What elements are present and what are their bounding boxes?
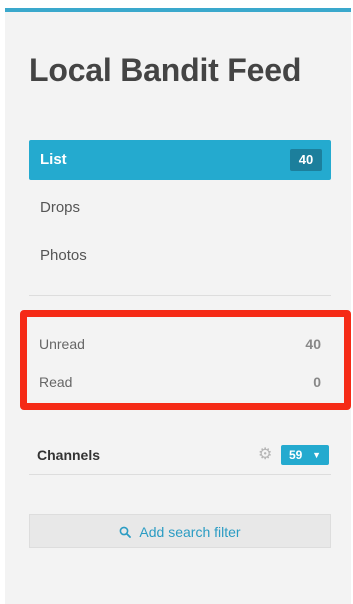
nav-item-drops[interactable]: Drops xyxy=(29,188,331,228)
nav-item-list[interactable]: List 40 xyxy=(29,140,331,180)
divider xyxy=(29,295,331,296)
channels-label: Channels xyxy=(37,447,101,463)
channels-count: 59 xyxy=(289,448,303,462)
caret-down-icon: ▼ xyxy=(312,450,321,460)
list-count-badge: 40 xyxy=(290,149,322,171)
channels-count-dropdown[interactable]: 59 ▼ xyxy=(281,445,329,465)
nav-item-label: Drops xyxy=(40,199,81,216)
highlight-box xyxy=(20,310,351,410)
nav-item-label: Photos xyxy=(40,247,87,264)
add-search-filter-button[interactable]: Add search filter xyxy=(29,514,331,548)
divider xyxy=(29,474,331,475)
channels-row: Channels ⚙ 59 ▼ xyxy=(29,440,331,470)
page-title: Local Bandit Feed xyxy=(29,52,302,88)
gear-icon[interactable]: ⚙ xyxy=(258,440,272,470)
search-icon xyxy=(120,526,132,538)
nav-item-photos[interactable]: Photos xyxy=(29,236,331,276)
sidebar-panel: Local Bandit Feed List 40 Drops Photos U… xyxy=(5,8,351,604)
nav-item-label: List xyxy=(40,151,67,168)
search-filter-label: Add search filter xyxy=(139,524,241,540)
